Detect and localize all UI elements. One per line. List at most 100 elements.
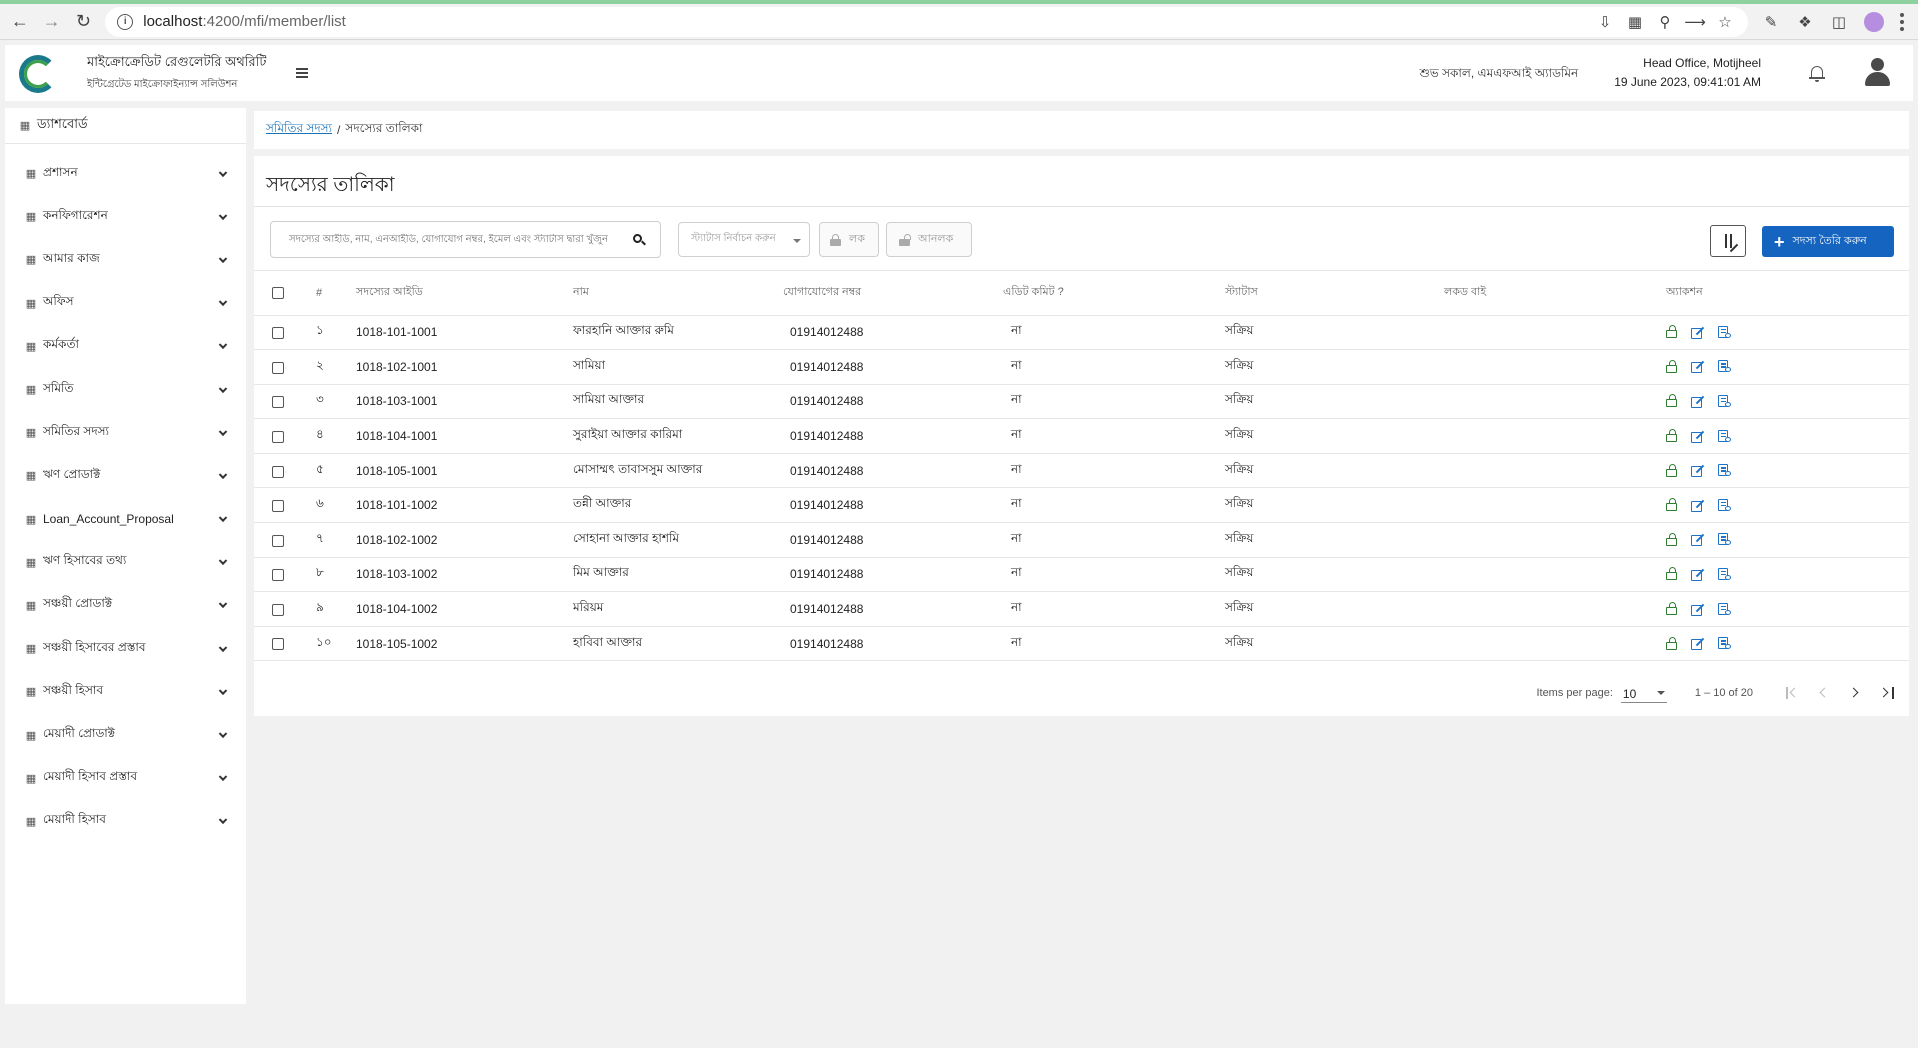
side-panel-icon[interactable]: ◫ [1830,13,1848,31]
forward-arrow-icon[interactable]: → [40,10,64,34]
edit-icon[interactable] [1691,568,1705,581]
table-row[interactable]: ১ 1018-101-1001 ফারহানি আক্তার রুমি 0191401… [254,315,1909,351]
edit-icon[interactable] [1691,360,1705,374]
install-app-icon[interactable]: ⇩ [1596,13,1614,31]
column-header-locked-by[interactable]: লকড বাই [1444,271,1666,316]
edit-icon[interactable] [1691,603,1705,616]
row-checkbox[interactable] [272,396,284,409]
edit-icon[interactable] [1691,395,1705,408]
sidebar-item[interactable]: ▦ সমিতি [5,368,246,411]
first-page-icon[interactable] [1783,684,1801,702]
view-details-icon[interactable] [1718,394,1731,408]
row-checkbox[interactable] [272,638,284,651]
lock-icon[interactable] [1666,567,1677,581]
edit-icon[interactable] [1691,637,1705,651]
sidebar-item[interactable]: ▦ সঞ্চয়ী হিসাব [5,670,246,713]
column-header-phone[interactable]: যোগাযোগের নম্বর [783,271,1003,316]
reload-icon[interactable]: ↻ [72,10,96,34]
back-arrow-icon[interactable]: ← [8,10,32,34]
sidebar-item-dashboard[interactable]: ▦ ড্যাশবোর্ড [5,108,246,144]
user-avatar[interactable] [1863,58,1891,88]
breadcrumb-link-members[interactable]: সমিতির সদস্য [266,120,332,140]
view-details-icon[interactable] [1718,498,1731,512]
chevron-down-icon[interactable] [218,340,228,350]
search-field[interactable] [270,221,661,258]
sidebar-item[interactable]: ▦ আমার কাজ [5,238,246,281]
previous-page-icon[interactable] [1815,684,1833,702]
share-icon[interactable]: ⟶ [1684,13,1706,31]
unlock-button[interactable]: আনলক [886,222,972,257]
row-checkbox[interactable] [272,430,284,443]
chevron-down-icon[interactable] [218,556,228,566]
chevron-down-icon[interactable] [218,427,228,436]
menu-toggle-icon[interactable] [296,68,309,78]
row-checkbox[interactable] [272,603,284,616]
lock-icon[interactable] [1666,602,1677,616]
chevron-down-icon[interactable] [218,729,228,739]
chevron-down-icon[interactable] [218,686,228,695]
chevron-down-icon[interactable] [218,772,228,782]
column-header-name[interactable]: নাম [573,271,783,316]
table-row[interactable]: ৯ 1018-104-1002 মরিয়ম 01914012488 না সক্রিয় [254,591,1909,627]
search-icon[interactable] [633,233,646,246]
select-all-checkbox[interactable] [272,286,284,299]
status-select[interactable]: স্ট্যাটাস নির্বাচন করুন [678,222,810,257]
sidebar-item[interactable]: ▦ সঞ্চয়ী হিসাবের প্রস্তাব [5,627,246,670]
lock-icon[interactable] [1666,325,1677,339]
sidebar-item[interactable]: ▦ ঋণ হিসাবের তথ্য [5,541,246,584]
lock-icon[interactable] [1666,359,1677,374]
table-row[interactable]: ৫ 1018-105-1001 মোসাম্মৎ তাবাসসুম আক্তার 01… [254,453,1909,489]
row-checkbox[interactable] [272,327,284,340]
chevron-down-icon[interactable] [218,470,228,479]
view-details-icon[interactable] [1718,533,1731,546]
sidebar-item[interactable]: ▦ মেয়াদী হিসাব [5,800,246,843]
sidebar-item[interactable]: ▦ মেয়াদী হিসাব প্রস্তাব [5,757,246,800]
bookmark-star-icon[interactable]: ☆ [1716,13,1734,31]
column-header-member-id[interactable]: সদস্যের আইডি [356,271,573,316]
browser-menu-icon[interactable] [1900,12,1906,31]
next-page-icon[interactable] [1847,684,1865,702]
chevron-down-icon[interactable] [218,254,228,264]
view-details-icon[interactable] [1718,567,1731,581]
search-input[interactable] [289,234,629,245]
chevron-down-icon[interactable] [218,815,228,825]
column-header-edit-commit[interactable]: এডিট কমিট ? [1003,271,1225,316]
extensions-puzzle-icon[interactable]: ❖ [1796,13,1814,31]
chevron-down-icon[interactable] [218,211,228,220]
notification-bell-icon[interactable] [1807,63,1827,83]
view-details-icon[interactable] [1718,464,1731,477]
sidebar-item[interactable]: ▦ সমিতির সদস্য [5,411,246,454]
view-details-icon[interactable] [1718,637,1731,650]
sidebar-item[interactable]: ▦ কনফিগারেশন [5,195,246,238]
lock-icon[interactable] [1666,429,1677,443]
sidebar-item[interactable]: ▦ মেয়াদী প্রোডাক্ট [5,713,246,756]
chevron-down-icon[interactable] [218,384,228,393]
edit-icon[interactable] [1691,326,1705,339]
sidebar-item[interactable]: ▦ কর্মকর্তা [5,325,246,368]
chevron-down-icon[interactable] [218,513,228,523]
sidebar-item[interactable]: ▦ Loan_Account_Proposal [5,498,246,541]
lock-icon[interactable] [1666,463,1677,478]
table-row[interactable]: ৩ 1018-103-1001 সামিয়া আক্তার 01914012488 ন… [254,384,1909,420]
table-row[interactable]: ১০ 1018-105-1002 হাবিবা আক্তার 01914012488 ন… [254,626,1909,662]
table-row[interactable]: ৮ 1018-103-1002 মিম আক্তার 01914012488 না সক্… [254,557,1909,593]
page-size-select[interactable]: 10 [1620,683,1667,703]
sidebar-item[interactable]: ▦ সঞ্চয়ী প্রোডাক্ট [5,584,246,627]
row-checkbox[interactable] [272,569,284,582]
row-checkbox[interactable] [272,361,284,374]
lock-button[interactable]: লক [819,222,879,257]
view-details-icon[interactable] [1718,360,1731,373]
view-details-icon[interactable] [1718,602,1731,616]
edit-icon[interactable] [1691,499,1705,512]
chevron-down-icon[interactable] [218,643,228,652]
sidebar-item[interactable]: ▦ প্রশাসন [5,152,246,195]
view-details-icon[interactable] [1718,429,1731,443]
row-checkbox[interactable] [272,500,284,513]
chevron-down-icon[interactable] [218,600,228,609]
zoom-icon[interactable]: ⚲ [1656,13,1674,31]
edit-icon[interactable] [1691,533,1705,547]
table-row[interactable]: ৬ 1018-101-1002 তন্নী আক্তার 01914012488 না স… [254,487,1909,524]
translate-icon[interactable]: ▦ [1626,13,1644,31]
edit-icon[interactable] [1691,430,1705,443]
mra-logo[interactable] [19,51,77,95]
